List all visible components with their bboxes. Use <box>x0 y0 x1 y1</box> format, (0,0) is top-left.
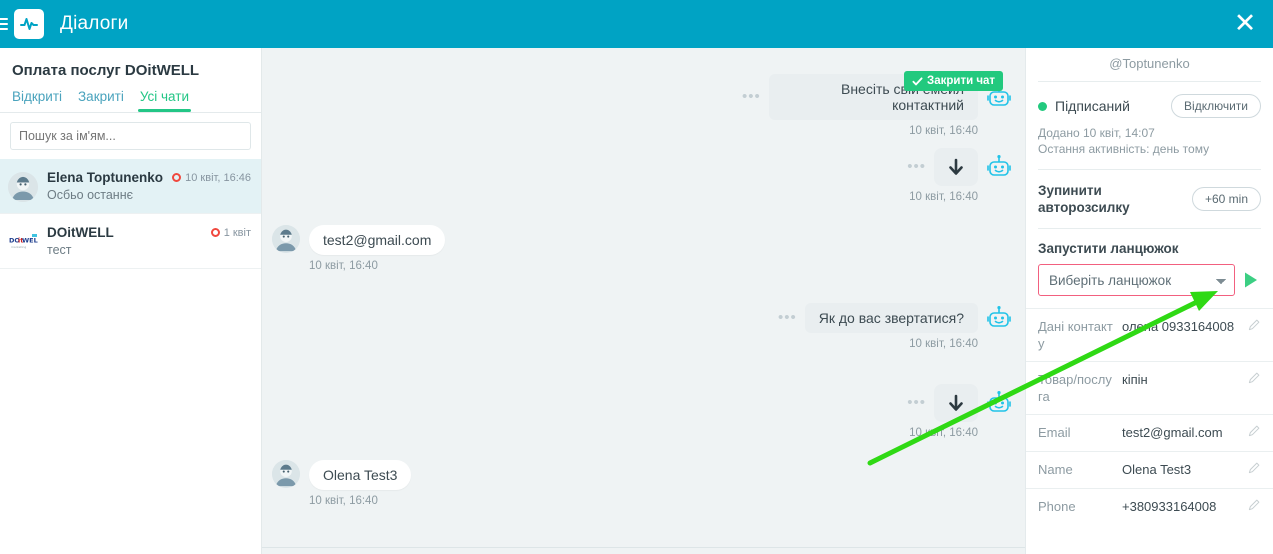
list-item-body: Elena Toptunenko 10 квіт, 16:46 Осбьо ос… <box>38 170 251 202</box>
contact-info-panel: @Toptunenko Підписаний Відключити Додано… <box>1025 48 1273 554</box>
bot-icon <box>986 305 1012 331</box>
message-timestamp: 10 квіт, 16:40 <box>909 427 978 439</box>
field-row-phone: Phone +380933164008 <box>1026 488 1273 525</box>
list-item-time: 1 квіт <box>223 226 251 239</box>
message-text: Olena Test3 <box>309 460 412 490</box>
tab-closed[interactable]: Закриті <box>78 89 124 112</box>
list-item[interactable]: Elena Toptunenko 10 квіт, 16:46 Осбьо ос… <box>0 159 261 214</box>
search-input[interactable] <box>10 122 251 150</box>
pencil-icon[interactable] <box>1248 498 1261 516</box>
pencil-icon[interactable] <box>1248 461 1261 479</box>
chain-select[interactable]: Виберіть ланцюжок <box>1038 264 1235 296</box>
dialogs-window: Діалоги ✕ Оплата послуг DOitWELL Відкрит… <box>0 0 1273 554</box>
tab-open[interactable]: Відкриті <box>12 89 62 112</box>
field-value: олена 0933164008 <box>1122 319 1235 334</box>
person-avatar <box>8 172 38 202</box>
unread-circle-icon <box>210 228 220 237</box>
message-timestamp: 10 квіт, 16:40 <box>309 495 378 507</box>
start-chain-label: Запустити ланцюжок <box>1038 241 1179 256</box>
message-text: Як до вас звертатися? <box>804 303 978 333</box>
message-timestamp: 10 квіт, 16:40 <box>309 260 378 272</box>
field-value: кіпін <box>1122 372 1148 387</box>
list-item-name: DOitWELL <box>47 225 114 240</box>
hamburger-icon[interactable] <box>0 18 8 30</box>
pulse-logo-icon <box>14 9 44 39</box>
contact-handle: @Toptunenko <box>1109 56 1190 71</box>
play-icon[interactable] <box>1241 270 1261 290</box>
last-activity: Остання активність: день тому <box>1038 142 1210 156</box>
added-date: Додано 10 квіт, 14:07 <box>1038 126 1155 140</box>
message-bubble: Olena Test3 10 квіт, 16:40 <box>272 460 412 507</box>
subscription-section: Підписаний Відключити Додано 10 квіт, 14… <box>1026 82 1273 169</box>
bot-icon <box>986 390 1012 416</box>
list-item-name: Elena Toptunenko <box>47 170 164 185</box>
field-label: Name <box>1038 462 1073 477</box>
close-icon[interactable]: ✕ <box>1231 10 1259 39</box>
stop-autosend-label: Зупинити авторозсилку <box>1038 183 1130 215</box>
download-arrow-icon[interactable] <box>934 148 978 186</box>
start-chain-section: Запустити ланцюжок Виберіть ланцюжок <box>1026 229 1273 308</box>
download-arrow-icon[interactable] <box>934 384 978 422</box>
field-value: Olena Test3 <box>1122 462 1192 477</box>
chat-filter-tabs: Відкриті Закриті Усі чати <box>0 79 261 112</box>
app-header: Діалоги ✕ <box>0 0 1273 48</box>
message-bubble: ••• Як до вас звертатися? 10 квіт, 16:40 <box>742 303 1012 350</box>
field-value: +380933164008 <box>1122 499 1217 514</box>
message-timestamp: 10 квіт, 16:40 <box>909 191 978 203</box>
field-row-contact-data: Дані контакту олена 0933164008 <box>1026 308 1273 361</box>
bot-icon <box>986 154 1012 180</box>
unread-circle-icon <box>172 173 182 182</box>
message-timestamp: 10 квіт, 16:40 <box>909 125 978 137</box>
status-badge: Підписаний <box>1055 98 1130 114</box>
list-item-preview: Осбьо останнє <box>47 188 133 202</box>
check-icon <box>912 76 923 85</box>
ellipsis-icon[interactable]: ••• <box>907 395 926 410</box>
message-bubble: ••• 10 квіт, 16:40 <box>822 384 1012 439</box>
list-item-time: 10 квіт, 16:46 <box>185 171 251 184</box>
add-60-min-button[interactable]: +60 min <box>1191 187 1261 211</box>
page-title: Діалоги <box>60 13 129 34</box>
message-text: test2@gmail.com <box>309 225 446 255</box>
close-chat-label: Закрити чат <box>927 75 996 87</box>
svg-text:WELL: WELL <box>22 237 38 245</box>
unsubscribe-button[interactable]: Відключити <box>1171 94 1261 118</box>
status-dot-icon <box>1038 101 1047 111</box>
field-label: Phone <box>1038 499 1076 514</box>
field-value: test2@gmail.com <box>1122 425 1223 440</box>
field-row-email: Email test2@gmail.com <box>1026 414 1273 451</box>
person-avatar <box>272 225 300 253</box>
person-avatar <box>272 460 300 488</box>
pencil-icon[interactable] <box>1248 318 1261 336</box>
field-label: Email <box>1038 425 1071 440</box>
message-bubble: test2@gmail.com 10 квіт, 16:40 <box>272 225 446 272</box>
tab-all-chats[interactable]: Усі чати <box>137 89 192 112</box>
svg-text:marketing: marketing <box>11 245 26 249</box>
field-label: Товар/послуга <box>1038 372 1112 404</box>
chat-message-area: ••• Внесіть свій емейл контактний 10 кві… <box>262 48 1025 554</box>
list-item-body: DOitWELL 1 квіт тест <box>38 225 251 257</box>
list-item[interactable]: DO it WELL marketing DOitWELL 1 квіт тес… <box>0 214 261 269</box>
ellipsis-icon[interactable]: ••• <box>742 89 761 104</box>
list-item-preview: тест <box>47 243 72 257</box>
message-timestamp: 10 квіт, 16:40 <box>909 338 978 350</box>
message-bubble: ••• 10 квіт, 16:40 <box>822 148 1012 203</box>
pencil-icon[interactable] <box>1248 424 1261 442</box>
pencil-icon[interactable] <box>1248 371 1261 389</box>
stop-autosend-section: Зупинити авторозсилку +60 min <box>1026 170 1273 228</box>
ellipsis-icon[interactable]: ••• <box>907 159 926 174</box>
chat-bottom-divider <box>262 547 1025 548</box>
ellipsis-icon[interactable]: ••• <box>778 310 797 325</box>
field-row-product: Товар/послуга кіпін <box>1026 361 1273 414</box>
chat-list-sidebar: Оплата послуг DOitWELL Відкриті Закриті … <box>0 48 262 554</box>
doitwell-logo-avatar: DO it WELL marketing <box>8 227 38 257</box>
search-container <box>0 113 261 159</box>
sidebar-title: Оплата послуг DOitWELL <box>12 62 200 79</box>
field-row-name: Name Olena Test3 <box>1026 451 1273 488</box>
close-chat-button[interactable]: Закрити чат <box>904 71 1004 91</box>
field-label: Дані контакту <box>1038 319 1113 351</box>
